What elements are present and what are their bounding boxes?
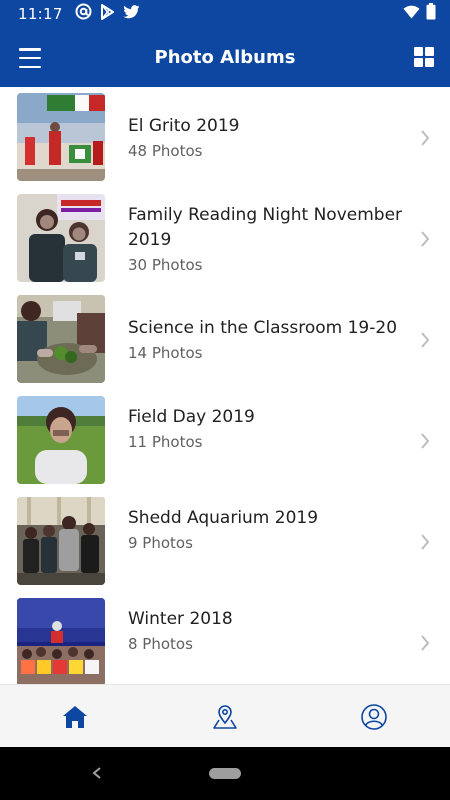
album-thumbnail [17,396,105,484]
album-info: Winter 2018 8 Photos [128,607,408,656]
location-map-icon[interactable] [211,703,239,731]
chevron-right-icon [421,635,430,651]
album-info: El Grito 2019 48 Photos [128,114,408,163]
album-row[interactable]: Family Reading Night November 2019 30 Ph… [0,188,450,289]
album-info: Shedd Aquarium 2019 9 Photos [128,506,408,555]
app-bar: Photo Albums [0,28,450,87]
album-thumbnail [17,194,105,282]
album-thumbnail [17,295,105,383]
album-row[interactable]: Field Day 2019 11 Photos [0,390,450,491]
album-photo-count: 11 Photos [128,433,203,451]
album-title: Family Reading Night November 2019 [128,205,403,250]
album-photo-count: 30 Photos [128,256,203,274]
chevron-right-icon [421,130,430,146]
album-title: Shedd Aquarium 2019 [128,508,319,528]
album-thumbnail [17,497,105,585]
page-title: Photo Albums [154,47,296,68]
status-bar: 11:17 [0,0,450,28]
album-info: Family Reading Night November 2019 30 Ph… [128,203,408,277]
album-title: Science in the Classroom 19-20 [128,318,398,338]
menu-icon[interactable] [18,46,42,70]
album-photo-count: 9 Photos [128,534,193,552]
album-list: El Grito 2019 48 Photos Family Reading N [0,87,450,684]
album-title: El Grito 2019 [128,116,240,136]
profile-icon[interactable] [360,703,388,731]
album-row[interactable]: El Grito 2019 48 Photos [0,87,450,188]
status-time: 11:17 [18,5,63,23]
chevron-right-icon [421,534,430,550]
at-sign-icon [75,3,92,25]
album-thumbnail [17,93,105,181]
album-row[interactable]: Science in the Classroom 19-20 14 Photos [0,289,450,390]
album-info: Science in the Classroom 19-20 14 Photos [128,316,408,365]
chevron-right-icon [421,332,430,348]
chevron-right-icon [421,231,430,247]
album-photo-count: 14 Photos [128,344,203,362]
album-title: Winter 2018 [128,609,233,629]
twitter-icon [123,4,140,24]
album-photo-count: 8 Photos [128,635,193,653]
home-icon[interactable] [61,703,89,731]
play-store-icon [100,3,115,25]
notification-icons [75,3,140,25]
album-row[interactable]: Winter 2018 8 Photos [0,592,450,684]
album-photo-count: 48 Photos [128,142,203,160]
wifi-icon [403,5,420,24]
system-status-icons [403,3,436,25]
album-title: Field Day 2019 [128,407,255,427]
back-icon[interactable] [90,765,104,781]
album-row[interactable]: Shedd Aquarium 2019 9 Photos [0,491,450,592]
chevron-right-icon [421,433,430,449]
album-info: Field Day 2019 11 Photos [128,405,408,454]
battery-icon [426,3,436,25]
grid-view-icon[interactable] [414,47,434,67]
album-thumbnail [17,598,105,684]
bottom-nav [0,684,450,747]
system-nav-bar [0,747,450,800]
home-pill[interactable] [209,768,241,779]
